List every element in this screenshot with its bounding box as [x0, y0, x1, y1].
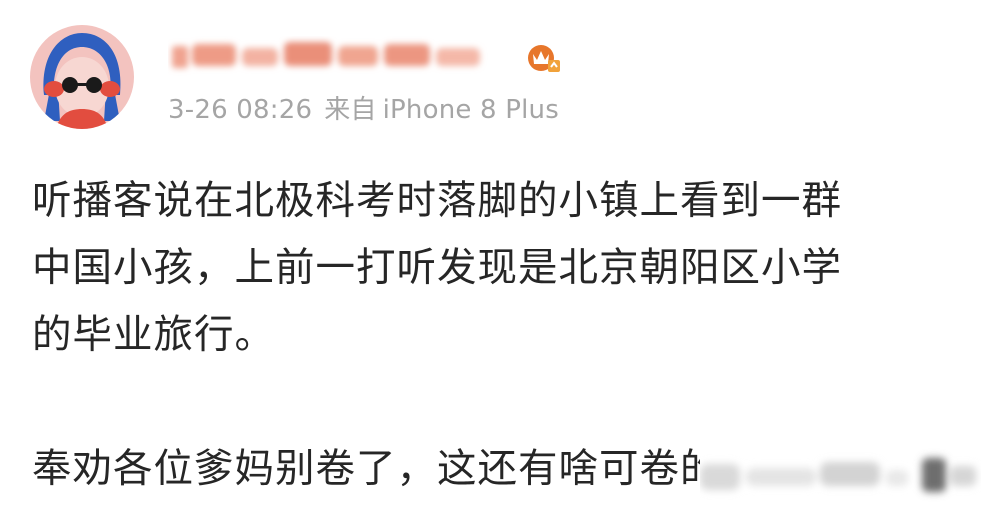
post-meta: 3-26 08:26 来自 iPhone 8 Plus — [168, 89, 559, 126]
username-blurred[interactable] — [168, 36, 508, 76]
source-device[interactable]: iPhone 8 Plus — [383, 95, 559, 125]
weibo-post: 3-26 08:26 来自 iPhone 8 Plus 听播客说在北极科考时落脚的小… — [0, 0, 981, 513]
source-prefix: 来自 — [324, 95, 377, 125]
watermark-blur — [700, 448, 981, 513]
content-line-2: 中国小孩，上前一打听发现是北京朝阳区小学 — [32, 245, 842, 291]
content-line-3: 的毕业旅行。 — [32, 312, 275, 358]
content-line-1: 听播客说在北极科考时落脚的小镇上看到一群 — [32, 178, 842, 224]
avatar[interactable] — [30, 25, 134, 129]
cartoon-girl-avatar-icon — [30, 25, 134, 129]
post-time: 3-26 08:26 — [168, 95, 313, 125]
vip-crown-badge-icon[interactable] — [526, 40, 560, 74]
